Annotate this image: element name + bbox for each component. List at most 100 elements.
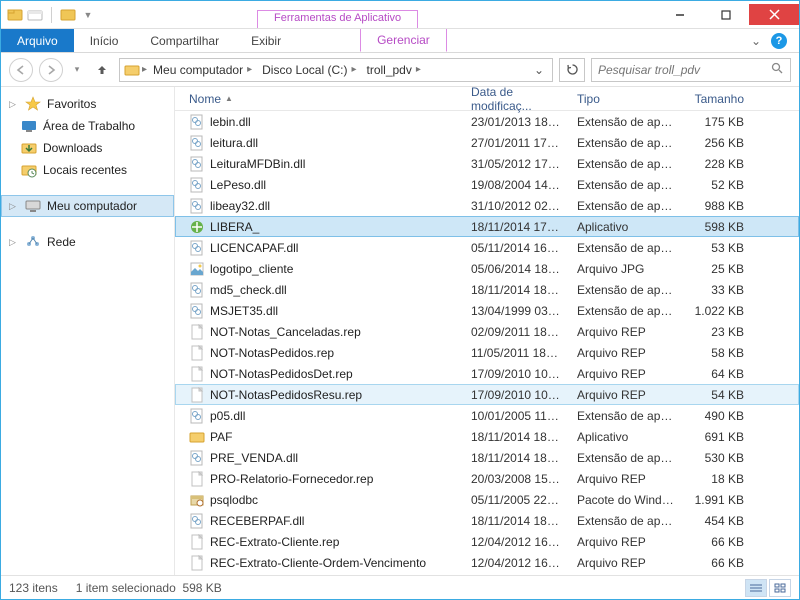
file-row[interactable]: MSJET35.dll13/04/1999 03:00Extensão de a… [175, 300, 799, 321]
crumb-label: Disco Local (C:) [262, 63, 347, 77]
icons-view-button[interactable] [769, 579, 791, 597]
tree-toggle-icon[interactable]: ▷ [9, 201, 19, 212]
file-row[interactable]: NOT-NotasPedidosDet.rep17/09/2010 10:35A… [175, 363, 799, 384]
cell-size: 691 KB [682, 430, 752, 444]
forward-button[interactable] [39, 58, 63, 82]
chevron-right-icon[interactable]: ▸ [351, 64, 356, 75]
cell-name: LIBERA_ [181, 219, 463, 235]
file-icon [189, 555, 205, 571]
cell-date: 23/01/2013 18:52 [463, 115, 569, 129]
chevron-right-icon[interactable]: ▸ [247, 64, 252, 75]
cell-name: PRO-Relatorio-Fornecedor.rep [181, 471, 463, 487]
crumb-drive[interactable]: Disco Local (C:) ▸ [258, 59, 360, 81]
file-row[interactable]: LeituraMFDBin.dll31/05/2012 17:04Extensã… [175, 153, 799, 174]
file-row[interactable]: NOT-NotasPedidosResu.rep17/09/2010 10:36… [175, 384, 799, 405]
file-row[interactable]: p05.dll10/01/2005 11:13Extensão de aplic… [175, 405, 799, 426]
explorer-window: ▼ troll_pdv Ferramentas de Aplicativo Ar… [0, 0, 800, 600]
file-row[interactable]: PAF18/11/2014 18:02Aplicativo691 KB [175, 426, 799, 447]
file-row[interactable]: PRE_VENDA.dll18/11/2014 18:03Extensão de… [175, 447, 799, 468]
file-row[interactable]: NOT-Notas_Canceladas.rep02/09/2011 18:30… [175, 321, 799, 342]
tab-file[interactable]: Arquivo [1, 29, 74, 52]
file-row[interactable]: libeay32.dll31/10/2012 02:00Extensão de … [175, 195, 799, 216]
file-row[interactable]: RECEBERPAF.dll18/11/2014 18:04Extensão d… [175, 510, 799, 531]
nav-desktop[interactable]: Área de Trabalho [1, 115, 174, 137]
tab-home[interactable]: Início [74, 29, 135, 52]
file-row[interactable]: logotipo_cliente05/06/2014 18:41Arquivo … [175, 258, 799, 279]
cell-date: 18/11/2014 18:03 [463, 451, 569, 465]
cell-name: logotipo_cliente [181, 261, 463, 277]
navigation-pane[interactable]: ▷ Favoritos Área de Trabalho Downloads L… [1, 87, 175, 575]
col-header-date[interactable]: Data de modificaç... [463, 85, 569, 113]
file-icon [189, 408, 205, 424]
file-row[interactable]: LIBERA_18/11/2014 17:00Aplicativo598 KB [175, 216, 799, 237]
cell-name: NOT-NotasPedidosDet.rep [181, 366, 463, 382]
crumb-folder[interactable]: troll_pdv▸ [363, 59, 425, 81]
nav-label: Locais recentes [43, 163, 127, 177]
file-row[interactable]: md5_check.dll18/11/2014 18:10Extensão de… [175, 279, 799, 300]
file-row[interactable]: leitura.dll27/01/2011 17:07Extensão de a… [175, 132, 799, 153]
up-button[interactable] [91, 59, 113, 81]
details-view-button[interactable] [745, 579, 767, 597]
tab-share[interactable]: Compartilhar [134, 29, 235, 52]
column-headers[interactable]: Nome▲ Data de modificaç... Tipo Tamanho [175, 87, 799, 111]
search-input[interactable] [598, 63, 771, 77]
cell-date: 18/11/2014 18:02 [463, 430, 569, 444]
chevron-right-icon[interactable]: ▸ [416, 64, 421, 75]
search-box[interactable] [591, 58, 791, 82]
address-dropdown-icon[interactable]: ⌄ [528, 63, 550, 77]
file-icon [189, 177, 205, 193]
back-button[interactable] [9, 58, 33, 82]
file-row[interactable]: NOT-NotasPedidos.rep11/05/2011 18:51Arqu… [175, 342, 799, 363]
file-name: p05.dll [210, 409, 245, 423]
file-row[interactable]: LePeso.dll19/08/2004 14:21Extensão de ap… [175, 174, 799, 195]
chevron-right-icon[interactable]: ▸ [142, 64, 147, 75]
cell-type: Extensão de aplica... [569, 304, 682, 318]
col-header-name[interactable]: Nome▲ [181, 92, 463, 106]
folder-icon[interactable] [27, 7, 43, 23]
nav-recent[interactable]: Locais recentes [1, 159, 174, 181]
file-list[interactable]: lebin.dll23/01/2013 18:52Extensão de apl… [175, 111, 799, 575]
nav-favorites[interactable]: ▷ Favoritos [1, 93, 174, 115]
col-header-type[interactable]: Tipo [569, 92, 682, 106]
file-name: NOT-NotasPedidosResu.rep [210, 388, 362, 402]
body: ▷ Favoritos Área de Trabalho Downloads L… [1, 87, 799, 575]
sort-asc-icon: ▲ [225, 94, 233, 103]
file-row[interactable]: psqlodbc05/11/2005 22:23Pacote do Windo.… [175, 489, 799, 510]
file-row[interactable]: REC-Extrato-Cliente-Ordem-Vencimento12/0… [175, 552, 799, 573]
search-icon[interactable] [771, 62, 784, 78]
cell-name: PRE_VENDA.dll [181, 450, 463, 466]
nav-group-network: ▷ Rede [1, 231, 174, 253]
nav-downloads[interactable]: Downloads [1, 137, 174, 159]
cell-type: Extensão de aplica... [569, 136, 682, 150]
maximize-button[interactable] [703, 4, 749, 25]
properties-icon[interactable] [60, 7, 76, 23]
nav-computer[interactable]: ▷ Meu computador [1, 195, 174, 217]
cell-type: Arquivo REP [569, 367, 682, 381]
tree-toggle-icon[interactable]: ▷ [9, 237, 19, 248]
qat-dropdown-icon[interactable]: ▼ [80, 7, 96, 23]
cell-name: LICENCAPAF.dll [181, 240, 463, 256]
file-row[interactable]: lebin.dll23/01/2013 18:52Extensão de apl… [175, 111, 799, 132]
nav-label: Meu computador [47, 199, 137, 213]
file-row[interactable]: LICENCAPAF.dll05/11/2014 16:00Extensão d… [175, 237, 799, 258]
refresh-button[interactable] [559, 58, 585, 82]
file-row[interactable]: PRO-Relatorio-Fornecedor.rep20/03/2008 1… [175, 468, 799, 489]
file-name: PRE_VENDA.dll [210, 451, 298, 465]
minimize-button[interactable] [657, 4, 703, 25]
history-dropdown[interactable]: ▾ [69, 58, 85, 82]
tree-toggle-icon[interactable]: ▷ [9, 99, 19, 110]
address-bar[interactable]: ▸ Meu computador▸ Disco Local (C:) ▸ trol… [119, 58, 553, 82]
file-name: REC-Extrato-Cliente-Ordem-Vencimento [210, 556, 426, 570]
file-row[interactable]: REC-Extrato-Cliente.rep12/04/2012 16:41A… [175, 531, 799, 552]
col-header-size[interactable]: Tamanho [682, 92, 752, 106]
cell-size: 530 KB [682, 451, 752, 465]
cell-size: 18 KB [682, 472, 752, 486]
file-name: NOT-NotasPedidosDet.rep [210, 367, 353, 381]
file-name: PAF [210, 430, 232, 444]
help-icon[interactable]: ? [771, 33, 787, 49]
nav-network[interactable]: ▷ Rede [1, 231, 174, 253]
close-button[interactable] [749, 4, 799, 25]
file-icon [189, 156, 205, 172]
crumb-computer[interactable]: Meu computador▸ [149, 59, 256, 81]
expand-ribbon-icon[interactable]: ⌄ [751, 34, 761, 48]
